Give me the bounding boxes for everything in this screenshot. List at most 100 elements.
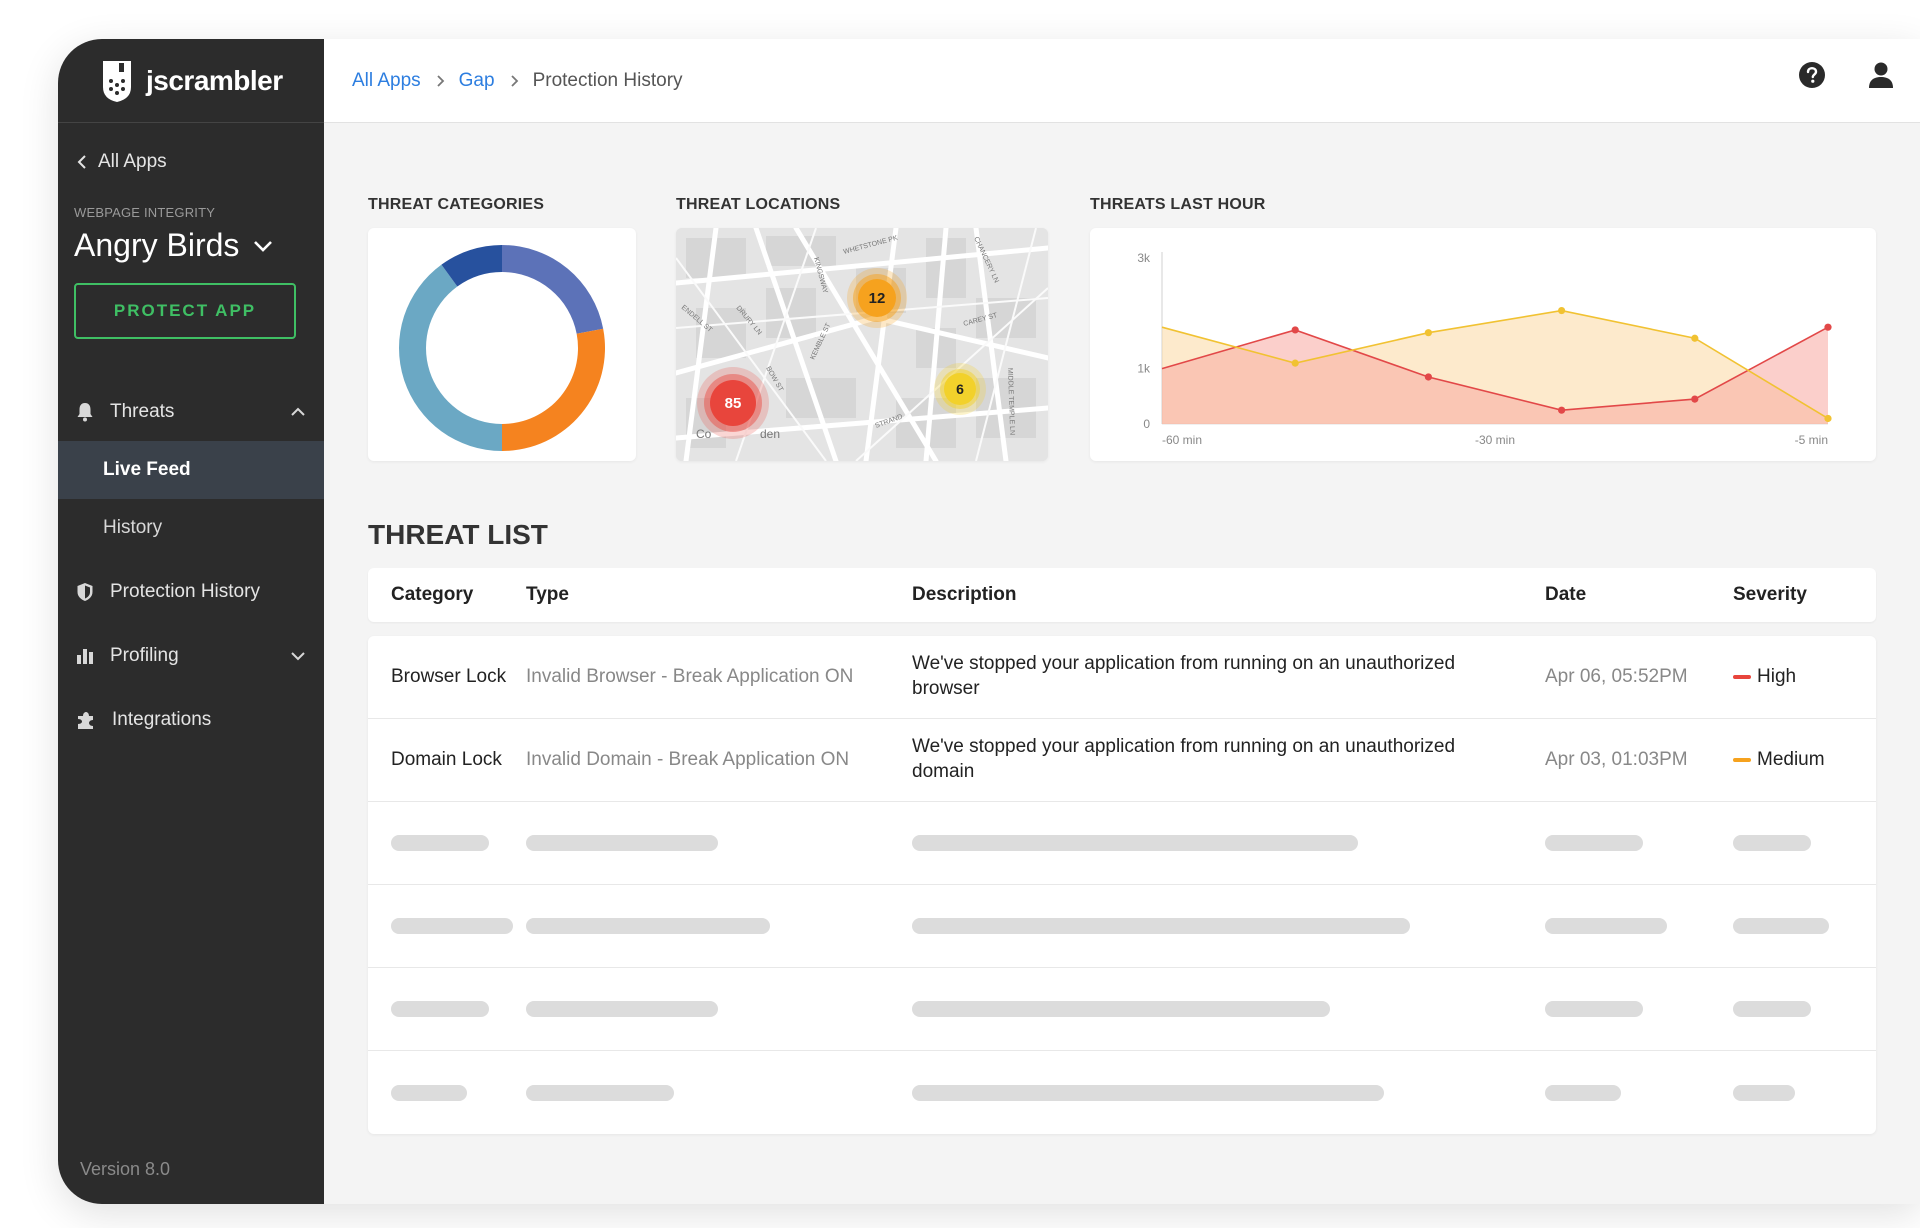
data-point[interactable] [1691,395,1699,403]
data-point[interactable] [1558,306,1566,315]
y-tick-label: 0 [1143,417,1150,431]
cell-date: Apr 06, 05:52PM [1545,666,1688,687]
app-name: Angry Birds [74,227,240,263]
bell-icon [77,403,93,422]
data-point[interactable] [1558,406,1566,414]
column-header-description[interactable]: Description [912,584,1545,606]
data-point[interactable] [1291,359,1299,367]
chevron-up-icon [291,407,305,416]
x-tick-label: -5 min [1795,433,1828,447]
map-cluster-medium[interactable]: 12 [847,268,907,328]
skeleton-bar [1545,918,1667,934]
column-header-category[interactable]: Category [368,584,526,606]
table-row[interactable]: Browser Lock Invalid Browser - Break App… [368,636,1876,719]
column-header-type[interactable]: Type [526,584,912,606]
threat-table: Category Type Description Date Severity … [368,568,1876,1134]
breadcrumb-current: Protection History [532,69,683,91]
skeleton-bar [912,835,1358,851]
main-content: All Apps Gap Protection History THREAT C… [324,39,1920,1204]
x-tick-label: -60 min [1162,433,1202,447]
sidebar: jscrambler All Apps WEBPAGE INTEGRITY An… [58,39,324,1204]
column-header-severity[interactable]: Severity [1733,584,1876,606]
back-to-all-apps[interactable]: All Apps [76,151,167,173]
sidebar-item-threats[interactable]: Threats [58,383,324,441]
skeleton-bar [912,1001,1330,1017]
sidebar-item-protection-history[interactable]: Protection History [58,563,324,621]
puzzle-icon [78,712,93,729]
logo[interactable]: jscrambler [58,39,324,123]
threat-locations-title: THREAT LOCATIONS [676,196,841,213]
map-cluster-low[interactable]: 6 [934,363,986,415]
table-row-placeholder [368,968,1876,1051]
app-selector[interactable]: Angry Birds [74,227,273,264]
skeleton-bar [391,918,513,934]
severity-medium-indicator [1733,758,1751,762]
sidebar-item-integrations[interactable]: Integrations [58,691,324,749]
sidebar-item-label: Threats [110,401,175,422]
y-tick-label: 1k [1137,362,1151,376]
back-label: All Apps [98,151,167,172]
table-row-placeholder [368,1051,1876,1134]
sidebar-item-live-feed[interactable]: Live Feed [58,441,324,499]
app-window: jscrambler All Apps WEBPAGE INTEGRITY An… [58,39,1920,1204]
cell-category: Browser Lock [391,666,507,687]
data-point[interactable] [1824,414,1832,423]
breadcrumb: All Apps Gap Protection History [352,70,683,92]
map-cluster-count: 6 [956,381,964,397]
data-point[interactable] [1424,373,1432,381]
cell-category: Domain Lock [391,749,502,770]
cell-severity: Medium [1733,749,1876,771]
sidebar-item-profiling[interactable]: Profiling [58,627,324,685]
cell-severity: High [1733,666,1876,688]
data-point[interactable] [1291,326,1299,334]
skeleton-bar [912,1084,1384,1101]
skeleton-bar [1545,1001,1643,1017]
map-canvas: WHETSTONE PK KINGSWAY DRURY LN ENDELL ST… [676,228,1048,461]
donut-slice[interactable] [502,328,605,451]
street-label: den [760,427,780,441]
map-cluster-count: 85 [725,395,742,412]
protect-app-button[interactable]: PROTECT APP [74,283,296,339]
cell-description: We've stopped your application from runn… [912,736,1456,782]
data-point[interactable] [1824,323,1832,331]
version-label: Version 8.0 [80,1159,171,1179]
cell-type: Invalid Browser - Break Application ON [526,666,854,687]
help-circle-icon[interactable] [1798,61,1826,89]
threat-categories-donut-chart [399,245,605,451]
sidebar-item-label: Profiling [110,645,179,666]
skeleton-bar [526,1001,718,1017]
user-icon[interactable] [1868,61,1894,89]
breadcrumb-gap[interactable]: Gap [459,70,495,92]
donut-slice[interactable] [399,264,502,451]
donut-slice[interactable] [502,245,604,334]
jscrambler-logo-icon [103,60,131,102]
table-row-placeholder [368,802,1876,885]
skeleton-bar [526,835,718,851]
chevron-down-icon [254,240,273,252]
data-point[interactable] [1424,329,1432,337]
skeleton-bar [526,1084,674,1101]
threats-last-hour-title: THREATS LAST HOUR [1090,196,1266,213]
data-point[interactable] [1691,334,1699,342]
cell-date: Apr 03, 01:03PM [1545,749,1688,770]
threat-locations-map[interactable]: WHETSTONE PK KINGSWAY DRURY LN ENDELL ST… [676,228,1048,461]
severity-label: Medium [1757,749,1825,770]
shield-icon [77,583,93,601]
sidebar-nav: Threats Live Feed History Protection His… [58,383,324,749]
sidebar-item-history[interactable]: History [58,499,324,557]
skeleton-bar [526,918,770,934]
breadcrumb-all-apps[interactable]: All Apps [352,70,421,92]
cell-type: Invalid Domain - Break Application ON [526,749,850,770]
chevron-right-icon [510,74,518,87]
threat-list-title: THREAT LIST [368,519,548,550]
skeleton-bar [1545,835,1643,851]
skeleton-bar [391,1001,489,1017]
bar-chart-icon [77,649,93,664]
sidebar-item-label: Protection History [110,581,260,602]
chevron-left-icon [77,155,86,169]
map-cluster-high[interactable]: 85 [697,367,769,439]
table-row[interactable]: Domain Lock Invalid Domain - Break Appli… [368,719,1876,802]
chevron-down-icon [291,652,305,661]
cell-description: We've stopped your application from runn… [912,653,1456,699]
column-header-date[interactable]: Date [1545,584,1733,606]
